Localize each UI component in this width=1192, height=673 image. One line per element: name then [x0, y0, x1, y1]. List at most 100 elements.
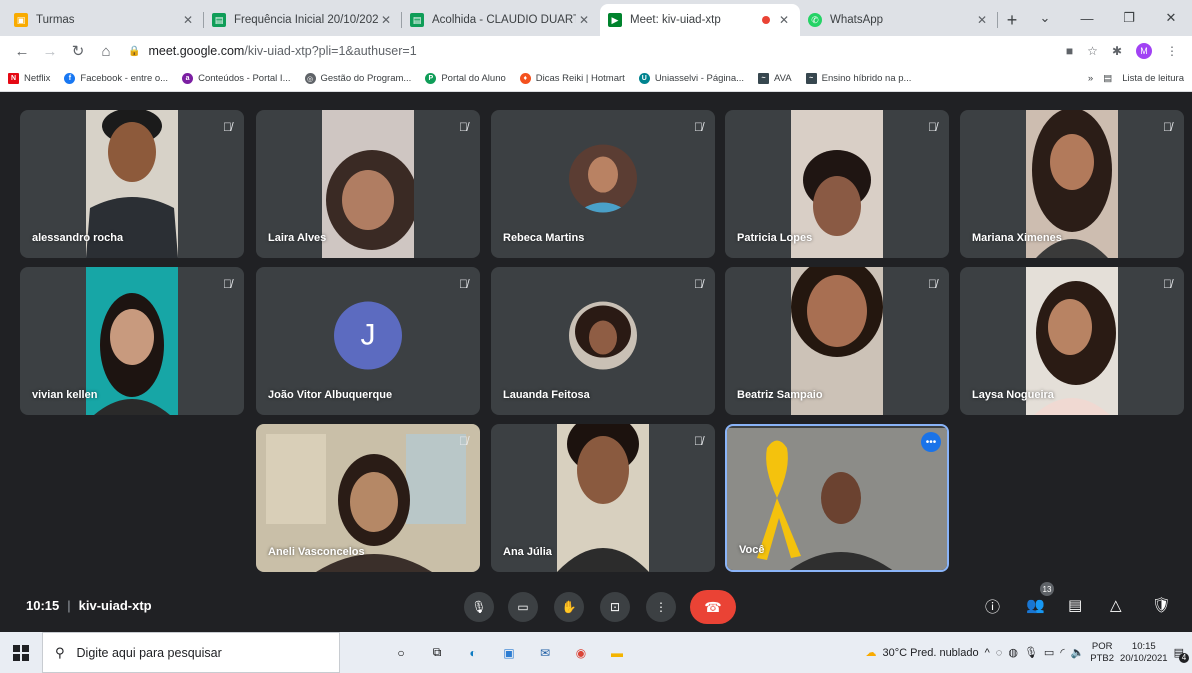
people-icon[interactable]: 👥: [1026, 596, 1045, 614]
restore-icon[interactable]: ❐: [1108, 0, 1150, 36]
back-arrow-icon[interactable]: ←: [8, 43, 36, 60]
close-tab-icon[interactable]: ✕: [576, 13, 592, 27]
participant-tile[interactable]: 🎙̸ vivian kellen: [20, 267, 244, 415]
bookmark-hotmart[interactable]: ♦ Dicas Reiki | Hotmart: [519, 73, 625, 84]
recording-dot-icon: [762, 16, 770, 24]
bookmark-ava[interactable]: ~ AVA: [758, 73, 792, 84]
present-screen-button[interactable]: ⊡: [600, 592, 630, 622]
minimize-icon[interactable]: —: [1066, 0, 1108, 36]
menu-kebab-icon[interactable]: ⋮: [1166, 44, 1178, 58]
participant-tile[interactable]: 🎙̸ Rebeca Martins: [491, 110, 715, 258]
microphone-tray-icon[interactable]: 🎙: [1024, 646, 1038, 659]
participant-name: vivian kellen: [32, 389, 98, 401]
notifications-icon[interactable]: ▤ 4: [1174, 646, 1189, 663]
meeting-code[interactable]: kiv-uiad-xtp: [79, 598, 152, 613]
browser-tab-meet[interactable]: ▶ Meet: kiv-uiad-xtp ✕: [600, 4, 800, 36]
forward-arrow-icon[interactable]: →: [36, 43, 64, 60]
more-bookmarks-button[interactable]: »: [1088, 73, 1093, 84]
participant-tile[interactable]: 🎙̸ Mariana Ximenes: [960, 110, 1184, 258]
window-controls: ⌄ — ❐ ✕: [1024, 0, 1192, 36]
mic-button[interactable]: 🎙: [464, 592, 494, 622]
close-window-icon[interactable]: ✕: [1150, 0, 1192, 36]
store-icon[interactable]: ▣: [498, 642, 520, 664]
battery-icon[interactable]: ▭: [1044, 646, 1054, 659]
close-tab-icon[interactable]: ✕: [180, 13, 196, 27]
more-options-button[interactable]: ⋮: [646, 592, 676, 622]
taskbar-clock[interactable]: 10:15 20/10/2021: [1120, 641, 1168, 665]
start-button[interactable]: [0, 644, 42, 661]
participant-tile[interactable]: 🎙̸ Ana Júlia: [491, 424, 715, 572]
profile-avatar[interactable]: M: [1136, 43, 1152, 59]
browser-tab-whatsapp[interactable]: ✆ WhatsApp ✕: [800, 4, 998, 36]
chrome-icon[interactable]: ◉: [570, 642, 592, 664]
bookmark-portal-aluno[interactable]: P Portal do Aluno: [425, 73, 506, 84]
mic-off-icon: 🎙̸: [223, 120, 232, 134]
bookmark-gestao[interactable]: ◎ Gestão do Program...: [304, 73, 411, 84]
extensions-puzzle-icon[interactable]: ✱: [1112, 44, 1122, 58]
search-icon: ⚲: [55, 644, 65, 660]
participant-name: alessandro rocha: [32, 232, 124, 244]
bookmark-ensino-hibrido[interactable]: ~ Ensino híbrido na p...: [805, 73, 911, 84]
bookmark-uniasselvi[interactable]: U Uniasselvi - Página...: [638, 73, 744, 84]
volume-icon[interactable]: 🔈: [1071, 646, 1085, 659]
edge-icon[interactable]: ◐: [462, 642, 484, 664]
participant-avatar: [569, 301, 637, 370]
participant-tile[interactable]: 🎙̸ alessandro rocha: [20, 110, 244, 258]
input-language[interactable]: POR PTB2: [1090, 641, 1114, 665]
file-explorer-icon[interactable]: ▬: [606, 642, 628, 664]
close-tab-icon[interactable]: ✕: [974, 13, 990, 27]
reload-icon[interactable]: ↻: [64, 42, 92, 60]
taskbar-search[interactable]: ⚲ Digite aqui para pesquisar: [42, 632, 340, 673]
lock-icon[interactable]: 🔒: [128, 46, 140, 57]
camera-button[interactable]: ▭: [508, 592, 538, 622]
wifi-icon[interactable]: ◜: [1060, 646, 1064, 659]
bookmark-facebook[interactable]: f Facebook - entre o...: [64, 73, 168, 84]
show-hidden-icons-chevron-icon[interactable]: ^: [985, 647, 990, 659]
address-bar[interactable]: 🔒 meet.google.com /kiv-uiad-xtp?pli=1&au…: [128, 39, 1066, 63]
participant-tile[interactable]: 🎙̸ Patricia Lopes: [725, 110, 949, 258]
participant-tile[interactable]: 🎙̸ Beatriz Sampaio: [725, 267, 949, 415]
browser-tab-turmas[interactable]: ▣ Turmas ✕: [6, 4, 204, 36]
chat-icon[interactable]: ▤: [1068, 596, 1082, 614]
task-view-icon[interactable]: ⧉: [426, 642, 448, 664]
weather-text[interactable]: 30°C Pred. nublado: [882, 647, 978, 659]
browser-tab-acolhida[interactable]: ▤ Acolhida - CLÁUDIO DUARTE ✕: [402, 4, 600, 36]
browser-tab-bar: ▣ Turmas ✕ ▤ Frequência Inicial 20/10/20…: [0, 0, 1192, 36]
host-controls-icon[interactable]: 🛡: [1152, 596, 1171, 614]
participant-name: Você: [739, 544, 765, 556]
participant-tile[interactable]: 🎙̸ Laira Alves: [256, 110, 480, 258]
toolbar-icons: ■ ☆ ✱ M ⋮: [1066, 43, 1178, 59]
tab-search-chevron-icon[interactable]: ⌄: [1024, 0, 1066, 36]
self-view-tile[interactable]: ••• Você: [725, 424, 949, 572]
bookmark-netflix[interactable]: N Netflix: [8, 73, 50, 84]
tray-app-icon[interactable]: ◌: [996, 647, 1003, 659]
close-tab-icon[interactable]: ✕: [776, 13, 792, 27]
bookmark-star-icon[interactable]: ☆: [1087, 44, 1098, 58]
classroom-icon: ▣: [14, 13, 28, 27]
tab-title: Meet: kiv-uiad-xtp: [630, 14, 721, 26]
weather-icon: ☁: [865, 647, 877, 659]
leave-call-button[interactable]: ☎: [690, 590, 736, 624]
cortana-icon[interactable]: ○: [390, 642, 412, 664]
home-icon[interactable]: ⌂: [92, 43, 120, 60]
mic-off-icon: 🎙̸: [928, 277, 937, 291]
more-options-icon[interactable]: •••: [921, 432, 941, 452]
new-tab-button[interactable]: +: [998, 4, 1026, 36]
participant-tile[interactable]: 🎙̸ Aneli Vasconcelos: [256, 424, 480, 572]
globe-icon: ◎: [304, 73, 316, 84]
close-tab-icon[interactable]: ✕: [378, 13, 394, 27]
participant-video: [86, 267, 178, 415]
participant-tile[interactable]: 🎙̸ Lauanda Feitosa: [491, 267, 715, 415]
browser-tab-frequencia[interactable]: ▤ Frequência Inicial 20/10/202 ✕: [204, 4, 402, 36]
tray-app-icon[interactable]: ◍: [1008, 646, 1018, 659]
bookmark-conteudos[interactable]: a Conteúdos - Portal I...: [182, 73, 291, 84]
mic-off-icon: 🎙̸: [928, 120, 937, 134]
participant-tile[interactable]: J 🎙̸ João Vitor Albuquerque: [256, 267, 480, 415]
camera-indicator-icon[interactable]: ■: [1066, 44, 1073, 58]
mail-icon[interactable]: ✉: [534, 642, 556, 664]
raise-hand-button[interactable]: ✋: [554, 592, 584, 622]
reading-list-button[interactable]: Lista de leitura: [1122, 73, 1184, 84]
participant-tile[interactable]: 🎙̸ Laysa Nogueira: [960, 267, 1184, 415]
meeting-details-icon[interactable]: ⓘ: [985, 596, 1000, 617]
activities-icon[interactable]: △: [1110, 596, 1122, 614]
